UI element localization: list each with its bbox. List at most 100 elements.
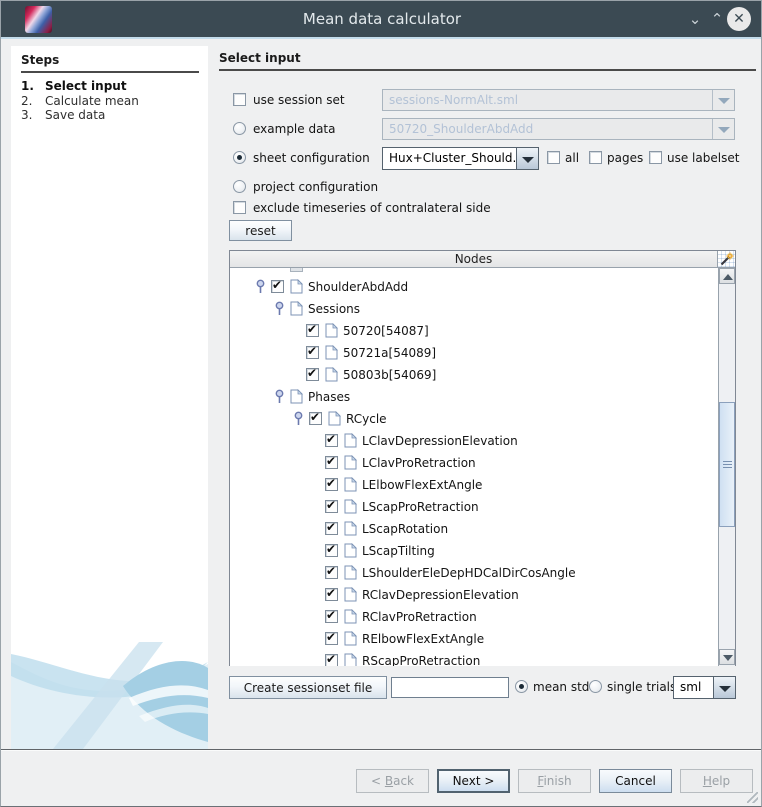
tree-node-checkbox[interactable]: ✔ — [325, 654, 338, 666]
tree-node-label[interactable]: RScapProRetraction — [362, 654, 480, 666]
tree-node-label[interactable]: RElbowFlexExtAngle — [362, 632, 484, 646]
file-format-combobox[interactable]: sml — [673, 676, 736, 699]
tree-node-checkbox[interactable]: ✔ — [325, 500, 338, 513]
tree-node[interactable]: ✔ LScapProRetraction — [230, 496, 718, 518]
tree-node[interactable]: ✔ LElbowFlexExtAngle — [230, 474, 718, 496]
create-sessionset-file-button[interactable]: Create sessionset file — [229, 676, 387, 699]
tree-node-label[interactable]: RCycle — [346, 412, 387, 426]
tree-node-checkbox[interactable]: ✔ — [325, 522, 338, 535]
tree-node[interactable]: ✔ LScapRotation — [230, 518, 718, 540]
tree-node[interactable]: ✔ LScapTilting — [230, 540, 718, 562]
tree-node-label[interactable]: LScapTilting — [362, 544, 435, 558]
dropdown-arrow-icon[interactable] — [712, 90, 734, 110]
tree-node-checkbox[interactable]: ✔ — [306, 368, 319, 381]
tree-node-checkbox[interactable]: ✔ — [325, 456, 338, 469]
pages-checkbox[interactable]: ✔ — [589, 151, 602, 164]
tree-node-checkbox[interactable]: ✔ — [325, 632, 338, 645]
tree-node-label[interactable]: 50720[54087] — [343, 324, 429, 338]
tree-node[interactable]: ✔ RClavProRetraction — [230, 606, 718, 628]
tree-node[interactable]: ✔ 50803b[54069] — [230, 364, 718, 386]
step-item-calculate-mean: 2. Calculate mean — [21, 94, 201, 108]
next-button[interactable]: Next > — [437, 769, 510, 793]
tree-node-checkbox[interactable]: ✔ — [325, 588, 338, 601]
tree-node[interactable]: ✔ ShoulderAbdAdd — [230, 276, 718, 298]
tree-node-checkbox[interactable]: ✔ — [325, 478, 338, 491]
example-data-label: example data — [253, 122, 336, 136]
use-labelset-checkbox[interactable]: ✔ — [649, 151, 662, 164]
tree-node[interactable]: ✔ RElbowFlexExtAngle — [230, 628, 718, 650]
tree-expand-handle-icon[interactable] — [274, 389, 285, 408]
tree-node[interactable]: ✔ RCycle — [230, 408, 718, 430]
tree-node[interactable]: ✔ LClavDepressionElevation — [230, 430, 718, 452]
tree-node[interactable]: ✔ LClavProRetraction — [230, 452, 718, 474]
tree-node-label[interactable]: 50803b[54069] — [343, 368, 436, 382]
reset-button[interactable]: reset — [229, 220, 292, 241]
minimize-icon[interactable]: ⌄ — [683, 7, 707, 31]
file-icon — [325, 323, 338, 342]
scroll-up-button[interactable] — [719, 268, 735, 284]
sheet-configuration-radio[interactable] — [233, 151, 246, 164]
close-icon[interactable]: ✕ — [727, 7, 751, 31]
tree-node-label[interactable]: RClavDepressionElevation — [362, 588, 519, 602]
exclude-contralateral-checkbox[interactable]: ✔ — [233, 201, 246, 214]
project-configuration-radio[interactable] — [233, 180, 246, 193]
tree-node-label[interactable]: Phases — [308, 390, 350, 404]
scrollbar-thumb[interactable] — [719, 402, 735, 527]
tree-node-label[interactable]: LScapRotation — [362, 522, 448, 536]
table-settings-button[interactable] — [718, 251, 735, 268]
tree-node-checkbox[interactable]: ✔ — [325, 544, 338, 557]
file-icon — [344, 433, 357, 452]
tree-node-label[interactable]: ShoulderAbdAdd — [308, 280, 408, 294]
tree-node-checkbox[interactable]: ✔ — [325, 566, 338, 579]
tree-node-label[interactable]: Sessions — [308, 302, 360, 316]
vertical-scrollbar[interactable] — [718, 268, 735, 666]
tree-node-label[interactable]: LClavDepressionElevation — [362, 434, 518, 448]
nodes-column-header[interactable]: Nodes — [230, 251, 718, 268]
dropdown-arrow-icon[interactable] — [712, 119, 734, 139]
tree-node-label[interactable]: LScapProRetraction — [362, 500, 479, 514]
scroll-down-button[interactable] — [719, 649, 735, 665]
tree-node-checkbox[interactable]: ✔ — [309, 412, 322, 425]
tree-node-label[interactable]: LElbowFlexExtAngle — [362, 478, 482, 492]
resize-grip[interactable] — [747, 792, 758, 803]
back-button[interactable]: < Back — [356, 769, 429, 793]
finish-button[interactable]: Finish — [518, 769, 591, 793]
dropdown-arrow-icon[interactable] — [516, 148, 538, 169]
nodes-tree: ✔ ShoulderAbdAdd Sessions ✔ 50720[54087] ✔ 507… — [230, 268, 718, 666]
tree-node-checkbox[interactable]: ✔ — [271, 280, 284, 293]
file-icon — [290, 301, 303, 320]
tree-expand-handle-icon[interactable] — [255, 279, 266, 298]
clipped-tree-row — [290, 268, 303, 272]
session-set-combobox: sessions-NormAlt.sml — [382, 89, 735, 111]
tree-node[interactable]: Phases — [230, 386, 718, 408]
tree-expand-handle-icon[interactable] — [293, 411, 304, 430]
sheet-configuration-combobox[interactable]: Hux+Cluster_Should... — [382, 147, 539, 170]
single-trials-radio[interactable] — [589, 680, 602, 693]
file-icon — [290, 279, 303, 298]
tree-node[interactable]: Sessions — [230, 298, 718, 320]
sessionset-filename-input[interactable] — [391, 677, 509, 698]
tree-expand-handle-icon[interactable] — [274, 301, 285, 320]
tree-node[interactable]: ✔ 50720[54087] — [230, 320, 718, 342]
mean-std-radio[interactable] — [515, 680, 528, 693]
use-session-set-checkbox[interactable]: ✔ — [233, 93, 246, 106]
tree-node-checkbox[interactable]: ✔ — [325, 434, 338, 447]
tree-node[interactable]: ✔ RScapProRetraction — [230, 650, 718, 666]
dropdown-arrow-icon[interactable] — [713, 677, 735, 698]
tree-node-label[interactable]: RClavProRetraction — [362, 610, 477, 624]
tree-node-label[interactable]: LShoulderEleDepHDCalDirCosAngle — [362, 566, 576, 580]
file-icon — [344, 565, 357, 584]
maximize-icon[interactable]: ⌃ — [705, 7, 729, 31]
cancel-button[interactable]: Cancel — [599, 769, 672, 793]
tree-node[interactable]: ✔ LShoulderEleDepHDCalDirCosAngle — [230, 562, 718, 584]
tree-node-label[interactable]: 50721a[54089] — [343, 346, 436, 360]
all-checkbox[interactable]: ✔ — [547, 151, 560, 164]
example-data-radio[interactable] — [233, 122, 246, 135]
tree-node-checkbox[interactable]: ✔ — [306, 346, 319, 359]
tree-node-checkbox[interactable]: ✔ — [325, 610, 338, 623]
tree-node[interactable]: ✔ 50721a[54089] — [230, 342, 718, 364]
tree-node-label[interactable]: LClavProRetraction — [362, 456, 476, 470]
help-button[interactable]: Help — [680, 769, 753, 793]
tree-node[interactable]: ✔ RClavDepressionElevation — [230, 584, 718, 606]
tree-node-checkbox[interactable]: ✔ — [306, 324, 319, 337]
